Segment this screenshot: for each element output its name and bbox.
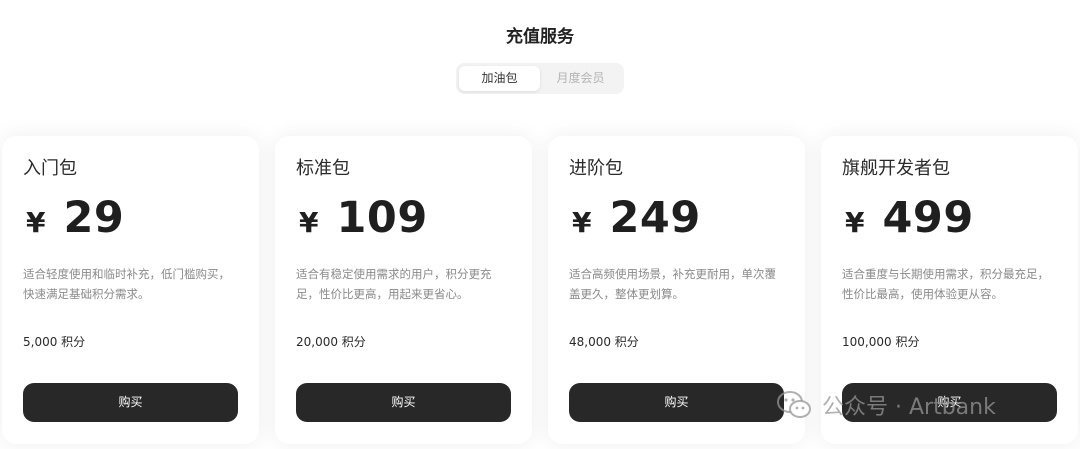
plan-description: 适合轻度使用和临时补充，低门槛购买，快速满足基础积分需求。 <box>23 267 230 301</box>
plan-name: 标准包 <box>296 158 350 179</box>
plan-credits: 48,000 积分 <box>569 335 639 349</box>
plan-name: 进阶包 <box>569 158 623 179</box>
price-amount: 29 <box>63 193 125 243</box>
currency-symbol: ¥ <box>299 206 319 239</box>
plan-description: 适合高频使用场景，补充更耐用，单次覆盖更久，整体更划算。 <box>569 267 776 301</box>
buy-button[interactable]: 购买 <box>842 383 1057 422</box>
plan-price: ¥ 499 <box>845 193 974 249</box>
plan-card-advanced: 进阶包 ¥ 249 适合高频使用场景，补充更耐用，单次覆盖更久，整体更划算。 4… <box>548 136 805 444</box>
page-title: 充值服务 <box>506 27 574 47</box>
plan-card-starter: 入门包 ¥ 29 适合轻度使用和临时补充，低门槛购买，快速满足基础积分需求。 5… <box>2 136 259 444</box>
plan-card-flagship: 旗舰开发者包 ¥ 499 适合重度与长期使用需求，积分最充足，性价比最高，使用体… <box>821 136 1078 444</box>
buy-button[interactable]: 购买 <box>569 383 784 422</box>
tab-monthly-membership[interactable]: 月度会员 <box>540 66 621 91</box>
price-amount: 249 <box>609 193 701 243</box>
plan-name: 入门包 <box>23 158 77 179</box>
buy-button[interactable]: 购买 <box>23 383 238 422</box>
plan-price: ¥ 249 <box>572 193 701 249</box>
plan-credits: 100,000 积分 <box>842 335 920 349</box>
plan-description: 适合重度与长期使用需求，积分最充足，性价比最高，使用体验更从容。 <box>842 267 1049 301</box>
plan-cards: 入门包 ¥ 29 适合轻度使用和临时补充，低门槛购买，快速满足基础积分需求。 5… <box>0 136 1080 444</box>
plan-credits: 20,000 积分 <box>296 335 366 349</box>
buy-button[interactable]: 购买 <box>296 383 511 422</box>
price-amount: 499 <box>882 193 974 243</box>
tab-fuel-pack[interactable]: 加油包 <box>459 66 540 91</box>
plan-price: ¥ 29 <box>26 193 124 249</box>
plan-name: 旗舰开发者包 <box>842 158 950 179</box>
price-amount: 109 <box>336 193 428 243</box>
currency-symbol: ¥ <box>26 206 46 239</box>
plan-price: ¥ 109 <box>299 193 428 249</box>
plan-card-standard: 标准包 ¥ 109 适合有稳定使用需求的用户，积分更充足，性价比更高，用起来更省… <box>275 136 532 444</box>
plan-credits: 5,000 积分 <box>23 335 86 349</box>
plan-description: 适合有稳定使用需求的用户，积分更充足，性价比更高，用起来更省心。 <box>296 267 492 301</box>
plan-type-tabs: 加油包 月度会员 <box>456 63 624 94</box>
currency-symbol: ¥ <box>572 206 592 239</box>
currency-symbol: ¥ <box>845 206 865 239</box>
